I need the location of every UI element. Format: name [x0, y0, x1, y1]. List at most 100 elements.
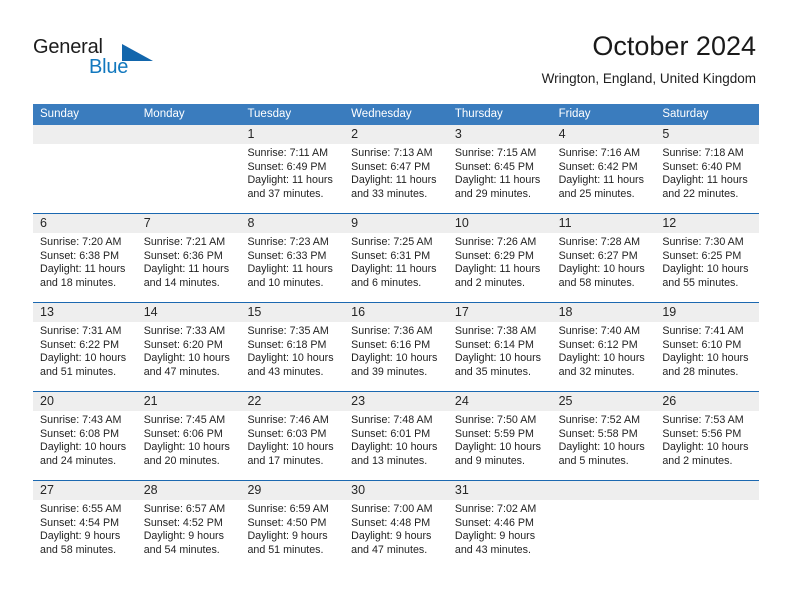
day-number: 30: [351, 483, 366, 497]
calendar-week-row: 6 Sunrise: 7:20 AM Sunset: 6:38 PM Daylight…: [33, 213, 760, 302]
calendar-day-cell[interactable]: 3 Sunrise: 7:15 AM Sunset: 6:45 PM Daylight…: [447, 125, 552, 213]
calendar-day-cell[interactable]: 19 Sunrise: 7:41 AM Sunset: 6:10 PM Dayligh…: [655, 303, 760, 391]
day-details: Sunrise: 7:48 AM Sunset: 6:01 PM Daylight:…: [344, 411, 448, 468]
day-detail-line: Sunset: 6:33 PM: [247, 249, 327, 262]
day-number-band: 14: [136, 303, 241, 322]
day-detail-line: Daylight: 10 hours: [454, 441, 542, 454]
day-detail-line: Sunrise: 7:28 AM: [558, 236, 640, 248]
calendar-day-cell[interactable]: 17 Sunrise: 7:38 AM Sunset: 6:14 PM Dayligh…: [447, 303, 552, 391]
calendar-day-cell[interactable]: 20 Sunrise: 7:43 AM Sunset: 6:08 PM Dayligh…: [33, 392, 137, 480]
day-number: 22: [247, 394, 262, 408]
day-details: Sunrise: 7:00 AM Sunset: 4:48 PM Daylight:…: [344, 500, 448, 557]
calendar-weeks: 1 Sunrise: 7:11 AM Sunset: 6:49 PM Daylight…: [33, 125, 760, 569]
day-number-band: 7: [136, 214, 241, 233]
day-detail-line: Sunset: 6:25 PM: [662, 249, 742, 262]
calendar-day-cell[interactable]: 5 Sunrise: 7:18 AM Sunset: 6:40 PM Daylight…: [655, 125, 760, 213]
day-detail-line: Daylight: 10 hours: [143, 352, 230, 365]
day-details: Sunrise: 7:45 AM Sunset: 6:06 PM Daylight:…: [137, 411, 241, 468]
calendar-day-cell[interactable]: 22 Sunrise: 7:46 AM Sunset: 6:03 PM Dayligh…: [240, 392, 345, 480]
calendar-day-cell[interactable]: 8 Sunrise: 7:23 AM Sunset: 6:33 PM Daylight…: [240, 214, 345, 302]
day-number: 27: [40, 483, 54, 497]
day-detail-line: and 17 minutes.: [247, 454, 324, 467]
calendar-day-cell[interactable]: 1 Sunrise: 7:11 AM Sunset: 6:49 PM Daylight…: [240, 125, 345, 213]
calendar-day-cell[interactable]: 13 Sunrise: 7:31 AM Sunset: 6:22 PM Dayligh…: [33, 303, 137, 391]
day-details: Sunrise: 7:21 AM Sunset: 6:36 PM Daylight:…: [137, 233, 241, 290]
day-detail-line: Sunset: 6:01 PM: [351, 427, 431, 440]
calendar-day-cell[interactable]: 2 Sunrise: 7:13 AM Sunset: 6:47 PM Daylight…: [344, 125, 448, 213]
day-details: [552, 500, 656, 503]
day-number: 17: [454, 305, 469, 319]
calendar-day-cell[interactable]: 4 Sunrise: 7:16 AM Sunset: 6:42 PM Daylight…: [551, 125, 656, 213]
day-detail-line: Daylight: 10 hours: [247, 352, 334, 365]
day-detail-line: Daylight: 11 hours: [351, 263, 437, 276]
logo-text-blue: Blue: [89, 56, 129, 78]
calendar-day-cell[interactable]: 7 Sunrise: 7:21 AM Sunset: 6:36 PM Daylight…: [136, 214, 241, 302]
day-details: Sunrise: 6:57 AM Sunset: 4:52 PM Daylight:…: [137, 500, 241, 557]
day-number-band: 10: [447, 214, 552, 233]
day-detail-line: Sunrise: 7:35 AM: [247, 325, 329, 337]
day-detail-line: Sunset: 6:10 PM: [662, 338, 742, 351]
day-detail-line: Sunrise: 7:02 AM: [454, 503, 537, 515]
day-number-band: 13: [33, 303, 137, 322]
day-detail-line: and 51 minutes.: [40, 365, 117, 378]
calendar-day-cell[interactable]: 29 Sunrise: 6:59 AM Sunset: 4:50 PM Dayligh…: [240, 481, 345, 569]
day-number-band: 21: [136, 392, 241, 411]
day-number: 23: [351, 394, 366, 408]
calendar-day-cell[interactable]: 26 Sunrise: 7:53 AM Sunset: 5:56 PM Dayligh…: [655, 392, 760, 480]
calendar-day-cell[interactable]: 12 Sunrise: 7:30 AM Sunset: 6:25 PM Dayligh…: [655, 214, 760, 302]
day-detail-line: and 58 minutes.: [40, 543, 117, 556]
day-detail-line: Sunset: 6:38 PM: [40, 249, 120, 262]
general-blue-logo[interactable]: General Blue: [33, 36, 153, 82]
day-detail-line: Sunset: 6:03 PM: [247, 427, 327, 440]
calendar-day-cell[interactable]: 16 Sunrise: 7:36 AM Sunset: 6:16 PM Dayligh…: [344, 303, 448, 391]
calendar-day-cell[interactable]: 27 Sunrise: 6:55 AM Sunset: 4:54 PM Dayligh…: [33, 481, 137, 569]
day-number-band: 30: [344, 481, 448, 500]
day-detail-line: and 32 minutes.: [558, 365, 635, 378]
calendar-day-cell[interactable]: 11 Sunrise: 7:28 AM Sunset: 6:27 PM Dayligh…: [551, 214, 656, 302]
day-detail-line: and 25 minutes.: [558, 187, 635, 200]
calendar-cell-empty: [33, 125, 137, 213]
weekday-header-tuesday: Tuesday: [247, 108, 292, 120]
day-detail-line: Daylight: 10 hours: [662, 263, 749, 276]
day-detail-line: and 9 minutes.: [454, 454, 525, 467]
day-detail-line: Sunrise: 7:18 AM: [662, 147, 744, 159]
calendar-day-cell[interactable]: 23 Sunrise: 7:48 AM Sunset: 6:01 PM Dayligh…: [344, 392, 448, 480]
day-number-band: 3: [447, 125, 552, 144]
day-detail-line: and 51 minutes.: [247, 543, 324, 556]
day-detail-line: Sunset: 4:48 PM: [351, 516, 431, 529]
day-number: 7: [143, 216, 151, 230]
day-detail-line: Sunset: 6:27 PM: [558, 249, 638, 262]
day-details: Sunrise: 7:33 AM Sunset: 6:20 PM Daylight:…: [137, 322, 241, 379]
calendar-day-cell[interactable]: 14 Sunrise: 7:33 AM Sunset: 6:20 PM Dayligh…: [136, 303, 241, 391]
week-cells: 13 Sunrise: 7:31 AM Sunset: 6:22 PM Dayligh…: [33, 303, 760, 391]
calendar-day-cell[interactable]: 21 Sunrise: 7:45 AM Sunset: 6:06 PM Dayligh…: [136, 392, 241, 480]
calendar-day-cell[interactable]: 18 Sunrise: 7:40 AM Sunset: 6:12 PM Dayligh…: [551, 303, 656, 391]
day-details: Sunrise: 7:25 AM Sunset: 6:31 PM Daylight:…: [344, 233, 448, 290]
day-number-band: 12: [655, 214, 760, 233]
day-number-band: [136, 125, 241, 144]
calendar-day-cell[interactable]: 24 Sunrise: 7:50 AM Sunset: 5:59 PM Dayligh…: [447, 392, 552, 480]
calendar-day-cell[interactable]: 15 Sunrise: 7:35 AM Sunset: 6:18 PM Dayligh…: [240, 303, 345, 391]
day-number-band: 8: [240, 214, 345, 233]
day-number: 24: [454, 394, 469, 408]
day-details: Sunrise: 7:40 AM Sunset: 6:12 PM Daylight:…: [552, 322, 656, 379]
calendar-day-cell[interactable]: 6 Sunrise: 7:20 AM Sunset: 6:38 PM Daylight…: [33, 214, 137, 302]
day-detail-line: Sunrise: 7:30 AM: [662, 236, 744, 248]
day-detail-line: Sunrise: 7:53 AM: [662, 414, 744, 426]
day-details: Sunrise: 6:59 AM Sunset: 4:50 PM Daylight:…: [240, 500, 344, 557]
day-number-band: 4: [551, 125, 656, 144]
day-number: 1: [247, 127, 255, 141]
calendar-day-cell[interactable]: 31 Sunrise: 7:02 AM Sunset: 4:46 PM Dayligh…: [447, 481, 552, 569]
day-detail-line: Sunrise: 7:41 AM: [662, 325, 744, 337]
day-details: Sunrise: 7:30 AM Sunset: 6:25 PM Daylight:…: [655, 233, 759, 290]
day-detail-line: and 54 minutes.: [143, 543, 220, 556]
calendar-day-cell[interactable]: 10 Sunrise: 7:26 AM Sunset: 6:29 PM Dayligh…: [447, 214, 552, 302]
day-detail-line: and 35 minutes.: [454, 365, 531, 378]
calendar-day-cell[interactable]: 30 Sunrise: 7:00 AM Sunset: 4:48 PM Dayligh…: [344, 481, 448, 569]
calendar-day-cell[interactable]: 25 Sunrise: 7:52 AM Sunset: 5:58 PM Dayligh…: [551, 392, 656, 480]
day-detail-line: Sunrise: 6:59 AM: [247, 503, 329, 515]
day-details: [33, 144, 137, 147]
day-detail-line: and 29 minutes.: [454, 187, 531, 200]
calendar-day-cell[interactable]: 9 Sunrise: 7:25 AM Sunset: 6:31 PM Daylight…: [344, 214, 448, 302]
calendar-day-cell[interactable]: 28 Sunrise: 6:57 AM Sunset: 4:52 PM Dayligh…: [136, 481, 241, 569]
